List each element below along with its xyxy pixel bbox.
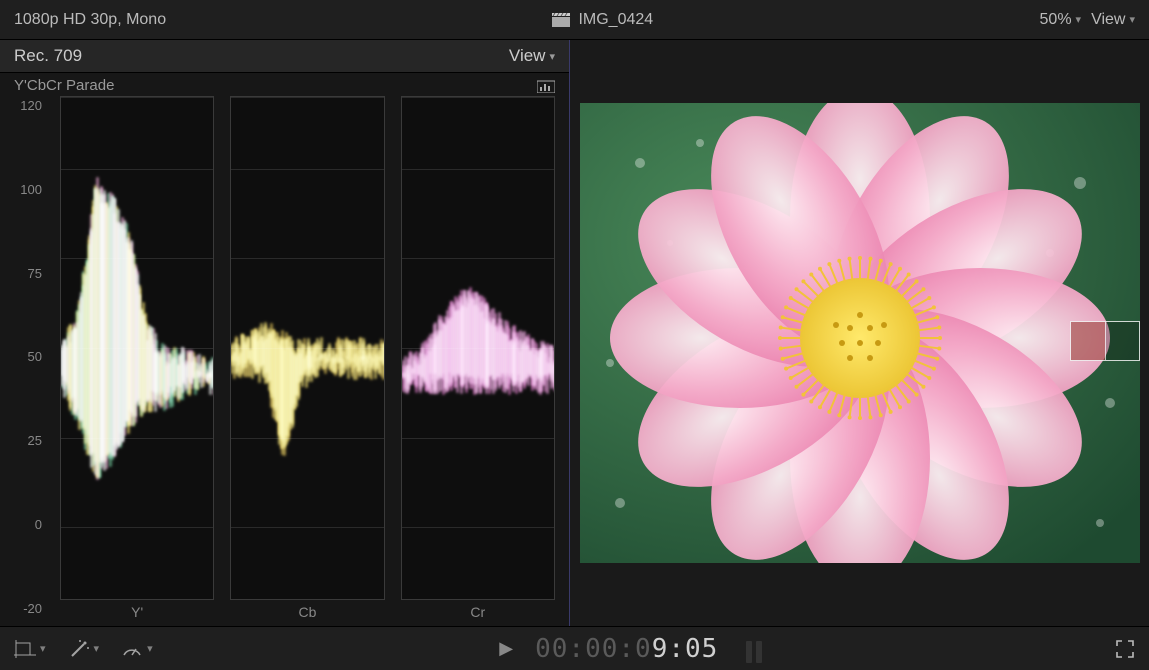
- scope-subheader: Y'CbCr Parade: [0, 73, 569, 96]
- scope-channel-label: Cb: [230, 600, 384, 620]
- scope-channel-cb: Cb: [230, 96, 384, 620]
- viewer-canvas[interactable]: [580, 103, 1140, 563]
- audio-meter[interactable]: [740, 635, 768, 663]
- zoom-value: 50%: [1040, 11, 1072, 29]
- crop-icon: [14, 640, 36, 658]
- scope-channel-label: Y': [60, 600, 214, 620]
- transform-menu[interactable]: ▾: [14, 640, 46, 658]
- speedometer-icon: [121, 640, 143, 658]
- scope-settings-icon[interactable]: [537, 79, 555, 93]
- scope-channels: Y' Cb Cr: [60, 96, 555, 620]
- crop-overlay[interactable]: [1070, 321, 1140, 361]
- scope-mode: Y'CbCr Parade: [14, 77, 114, 94]
- enhance-menu[interactable]: ▾: [68, 640, 100, 658]
- main-area: Rec. 709 View ▾ Y'CbCr Parade 1201007550…: [0, 40, 1149, 626]
- viewer-toolbar: ▾ ▾ ▾ ▶ 00:00:09:05: [0, 626, 1149, 670]
- zoom-menu[interactable]: 50% ▾: [1040, 11, 1082, 29]
- chevron-down-icon: ▾: [1129, 13, 1135, 26]
- project-format: 1080p HD 30p, Mono: [14, 11, 166, 29]
- scope-color-space: Rec. 709: [14, 46, 82, 66]
- magic-wand-icon: [68, 640, 90, 658]
- chevron-down-icon: ▾: [94, 642, 100, 655]
- fullscreen-button[interactable]: [1115, 639, 1135, 659]
- chevron-down-icon: ▾: [549, 50, 555, 63]
- clip-name: IMG_0424: [578, 11, 653, 29]
- scope-header: Rec. 709 View ▾: [0, 40, 569, 73]
- chevron-down-icon: ▾: [40, 642, 46, 655]
- scope-channel-y: Y': [60, 96, 214, 620]
- viewer: [570, 40, 1149, 626]
- view-label: View: [1091, 11, 1125, 29]
- timecode-display[interactable]: 00:00:09:05: [535, 634, 718, 664]
- retime-menu[interactable]: ▾: [121, 640, 153, 658]
- clip-info: IMG_0424: [552, 11, 653, 29]
- video-frame-image: [580, 103, 1140, 563]
- clapperboard-icon: [552, 13, 570, 27]
- viewer-top-bar: 1080p HD 30p, Mono IMG_0424 50% ▾ View ▾: [0, 0, 1149, 40]
- scope-channel-cr: Cr: [401, 96, 555, 620]
- viewer-view-menu[interactable]: View ▾: [1091, 11, 1135, 29]
- chevron-down-icon: ▾: [147, 642, 153, 655]
- scope-view-menu[interactable]: View ▾: [509, 46, 555, 66]
- scope-channel-label: Cr: [401, 600, 555, 620]
- chevron-down-icon: ▾: [1076, 13, 1082, 26]
- scope-y-axis: 1201007550250-20: [14, 96, 42, 620]
- video-scopes-panel: Rec. 709 View ▾ Y'CbCr Parade 1201007550…: [0, 40, 570, 626]
- play-button[interactable]: ▶: [499, 638, 513, 659]
- scope-body: 1201007550250-20 Y' Cb Cr: [0, 96, 569, 626]
